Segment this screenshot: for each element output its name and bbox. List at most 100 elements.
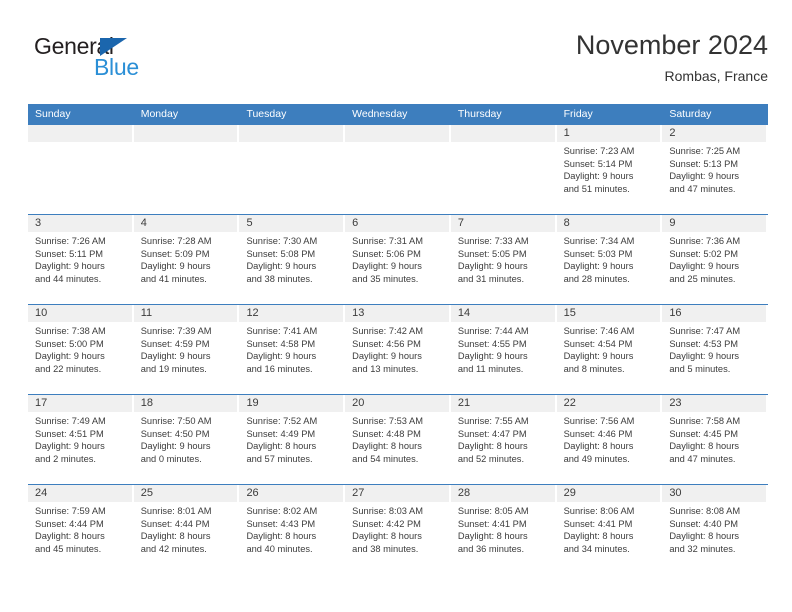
- day-detail-line: and 22 minutes.: [35, 363, 102, 374]
- day-detail-line: and 45 minutes.: [35, 543, 102, 554]
- title-block: November 2024 Rombas, France: [576, 28, 768, 86]
- day-cell-1[interactable]: 1 Sunrise: 7:23 AM Sunset: 5:14 PM Daylight…: [556, 125, 663, 214]
- day-number: [28, 125, 132, 142]
- day-cell-14[interactable]: 14 Sunrise: 7:44 AM Sunset: 4:55 PM Dayligh…: [450, 305, 557, 394]
- day-cell-13[interactable]: 13 Sunrise: 7:42 AM Sunset: 4:56 PM Dayligh…: [345, 305, 451, 394]
- day-cell-6[interactable]: 6 Sunrise: 7:31 AM Sunset: 5:06 PM Daylight…: [345, 215, 451, 304]
- day-details: Sunrise: 7:44 AM Sunset: 4:55 PM Daylight:…: [451, 322, 555, 375]
- day-cell-19[interactable]: 19 Sunrise: 7:52 AM Sunset: 4:49 PM Dayligh…: [239, 395, 346, 484]
- day-cell-2[interactable]: 2 Sunrise: 7:25 AM Sunset: 5:13 PM Daylight…: [662, 125, 769, 214]
- day-detail-line: Sunrise: 7:44 AM: [457, 326, 529, 336]
- day-cell-7[interactable]: 7 Sunrise: 7:33 AM Sunset: 5:05 PM Daylight…: [450, 215, 557, 304]
- day-number: [345, 125, 449, 142]
- day-number: 22: [556, 395, 661, 412]
- day-detail-line: Sunset: 4:41 PM: [563, 518, 633, 529]
- day-cell-21[interactable]: 21 Sunrise: 7:55 AM Sunset: 4:47 PM Dayligh…: [450, 395, 557, 484]
- day-cell-16[interactable]: 16 Sunrise: 7:47 AM Sunset: 4:53 PM Dayligh…: [662, 305, 769, 394]
- day-cell-27[interactable]: 27 Sunrise: 8:03 AM Sunset: 4:42 PM Dayligh…: [345, 485, 451, 574]
- day-cell-10[interactable]: 10 Sunrise: 7:38 AM Sunset: 5:00 PM Dayligh…: [28, 305, 134, 394]
- day-detail-line: Sunset: 4:49 PM: [246, 428, 316, 439]
- day-cell-3[interactable]: 3 Sunrise: 7:26 AM Sunset: 5:11 PM Daylight…: [28, 215, 134, 304]
- day-details: Sunrise: 8:01 AM Sunset: 4:44 PM Daylight:…: [134, 502, 238, 555]
- day-cell-23[interactable]: 23 Sunrise: 7:58 AM Sunset: 4:45 PM Dayligh…: [662, 395, 769, 484]
- day-cell-12[interactable]: 12 Sunrise: 7:41 AM Sunset: 4:58 PM Dayligh…: [239, 305, 346, 394]
- day-details: Sunrise: 7:52 AM Sunset: 4:49 PM Daylight:…: [239, 412, 343, 465]
- day-detail-line: Sunset: 5:02 PM: [669, 248, 739, 259]
- day-cell-9[interactable]: 9 Sunrise: 7:36 AM Sunset: 5:02 PM Daylight…: [662, 215, 769, 304]
- day-detail-line: Sunrise: 7:47 AM: [669, 326, 741, 336]
- day-detail-line: Sunrise: 7:34 AM: [563, 236, 635, 246]
- day-cell-5[interactable]: 5 Sunrise: 7:30 AM Sunset: 5:08 PM Daylight…: [239, 215, 346, 304]
- general-blue-logo[interactable]: General Blue: [34, 33, 184, 85]
- day-detail-line: and 19 minutes.: [140, 363, 207, 374]
- day-number: 14: [450, 305, 555, 322]
- day-cell-11[interactable]: 11 Sunrise: 7:39 AM Sunset: 4:59 PM Dayligh…: [133, 305, 240, 394]
- day-detail-line: Sunrise: 7:56 AM: [563, 416, 635, 426]
- day-detail-line: Daylight: 8 hours: [457, 531, 528, 542]
- day-cell-17[interactable]: 17 Sunrise: 7:49 AM Sunset: 4:51 PM Dayligh…: [28, 395, 134, 484]
- calendar-week-row: 1 Sunrise: 7:23 AM Sunset: 5:14 PM Daylight…: [28, 124, 769, 214]
- day-detail-line: Daylight: 9 hours: [246, 351, 317, 362]
- calendar-week-row: 3 Sunrise: 7:26 AM Sunset: 5:11 PM Daylight…: [28, 214, 769, 304]
- day-detail-line: Sunset: 4:45 PM: [669, 428, 739, 439]
- day-detail-line: and 16 minutes.: [246, 363, 313, 374]
- day-number: 20: [345, 395, 449, 412]
- day-cell-25[interactable]: 25 Sunrise: 8:01 AM Sunset: 4:44 PM Dayligh…: [133, 485, 240, 574]
- day-detail-line: Sunset: 4:42 PM: [352, 518, 421, 529]
- day-details: Sunrise: 7:28 AM Sunset: 5:09 PM Daylight:…: [134, 232, 238, 285]
- day-cell-20[interactable]: 20 Sunrise: 7:53 AM Sunset: 4:48 PM Dayligh…: [345, 395, 451, 484]
- day-number: 29: [556, 485, 661, 502]
- day-details: Sunrise: 7:49 AM Sunset: 4:51 PM Daylight:…: [28, 412, 132, 465]
- day-detail-line: Sunrise: 7:39 AM: [140, 326, 212, 336]
- day-detail-line: Sunset: 4:40 PM: [669, 518, 739, 529]
- day-detail-line: Sunset: 4:54 PM: [563, 338, 633, 349]
- day-detail-line: Sunrise: 7:26 AM: [35, 236, 106, 246]
- calendar-week-row: 17 Sunrise: 7:49 AM Sunset: 4:51 PM Dayligh…: [28, 394, 769, 484]
- day-detail-line: Sunset: 4:56 PM: [352, 338, 421, 349]
- day-detail-line: Sunrise: 7:33 AM: [457, 236, 529, 246]
- day-detail-line: and 38 minutes.: [246, 273, 313, 284]
- day-cell-29[interactable]: 29 Sunrise: 8:06 AM Sunset: 4:41 PM Dayligh…: [556, 485, 663, 574]
- day-details: Sunrise: 7:30 AM Sunset: 5:08 PM Daylight:…: [239, 232, 343, 285]
- logo-text-blue: Blue: [94, 54, 139, 80]
- day-detail-line: Sunrise: 8:06 AM: [563, 506, 635, 516]
- day-number: 17: [28, 395, 132, 412]
- day-number: 4: [133, 215, 238, 232]
- day-detail-line: Sunrise: 7:31 AM: [352, 236, 423, 246]
- day-detail-line: Sunset: 4:46 PM: [563, 428, 633, 439]
- day-number: 26: [239, 485, 344, 502]
- day-cell-24[interactable]: 24 Sunrise: 7:59 AM Sunset: 4:44 PM Dayligh…: [28, 485, 134, 574]
- day-details: [134, 142, 238, 145]
- day-cell-22[interactable]: 22 Sunrise: 7:56 AM Sunset: 4:46 PM Dayligh…: [556, 395, 663, 484]
- day-cell-26[interactable]: 26 Sunrise: 8:02 AM Sunset: 4:43 PM Dayligh…: [239, 485, 346, 574]
- calendar-week-row: 10 Sunrise: 7:38 AM Sunset: 5:00 PM Dayligh…: [28, 304, 769, 394]
- day-cell-15[interactable]: 15 Sunrise: 7:46 AM Sunset: 4:54 PM Dayligh…: [556, 305, 663, 394]
- day-number: 6: [345, 215, 449, 232]
- day-detail-line: and 5 minutes.: [669, 363, 731, 374]
- day-detail-line: Daylight: 9 hours: [246, 261, 317, 272]
- day-details: [345, 142, 449, 145]
- day-detail-line: Sunset: 4:41 PM: [457, 518, 527, 529]
- day-detail-line: Sunrise: 7:41 AM: [246, 326, 318, 336]
- day-number: 27: [345, 485, 449, 502]
- day-number: 8: [556, 215, 661, 232]
- day-cell-18[interactable]: 18 Sunrise: 7:50 AM Sunset: 4:50 PM Dayligh…: [133, 395, 240, 484]
- day-number: 24: [28, 485, 132, 502]
- day-cell-28[interactable]: 28 Sunrise: 8:05 AM Sunset: 4:41 PM Dayligh…: [450, 485, 557, 574]
- day-detail-line: Sunset: 4:55 PM: [457, 338, 527, 349]
- day-details: Sunrise: 7:46 AM Sunset: 4:54 PM Daylight:…: [557, 322, 661, 375]
- day-detail-line: and 42 minutes.: [140, 543, 207, 554]
- calendar-weeks: 1 Sunrise: 7:23 AM Sunset: 5:14 PM Daylight…: [28, 124, 769, 574]
- day-cell-8[interactable]: 8 Sunrise: 7:34 AM Sunset: 5:03 PM Daylight…: [556, 215, 663, 304]
- weekday-header-thursday: Thursday: [457, 108, 502, 120]
- day-detail-line: Sunrise: 7:36 AM: [669, 236, 741, 246]
- day-detail-line: and 8 minutes.: [563, 363, 625, 374]
- day-cell-30[interactable]: 30 Sunrise: 8:08 AM Sunset: 4:40 PM Dayligh…: [662, 485, 769, 574]
- day-cell-empty: [345, 125, 451, 214]
- day-detail-line: Sunset: 4:53 PM: [669, 338, 739, 349]
- day-detail-line: and 47 minutes.: [669, 183, 736, 194]
- day-number: 2: [662, 125, 767, 142]
- day-cell-4[interactable]: 4 Sunrise: 7:28 AM Sunset: 5:09 PM Daylight…: [133, 215, 240, 304]
- day-cell-empty: [133, 125, 240, 214]
- day-detail-line: and 47 minutes.: [669, 453, 736, 464]
